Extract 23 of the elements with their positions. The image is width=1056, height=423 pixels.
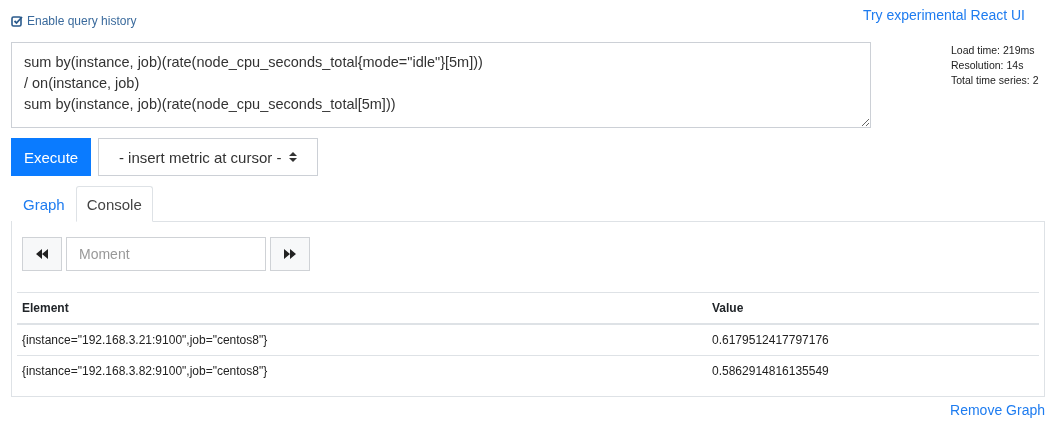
metric-select[interactable]: - insert metric at cursor -: [98, 138, 319, 176]
table-cell: 0.5862914816135549: [707, 355, 1039, 386]
tab[interactable]: Console: [75, 186, 153, 222]
execute-button[interactable]: Execute: [11, 138, 92, 176]
remove-graph-link[interactable]: Remove Graph: [950, 402, 1045, 418]
query-history-checkbox[interactable]: Enable query history: [11, 14, 137, 28]
checkbox-checked-icon: [11, 15, 23, 27]
sort-caret-icon: [289, 151, 298, 163]
fast-forward-icon: [284, 249, 296, 259]
previous-button[interactable]: [22, 237, 62, 271]
table-cell: 0.6179512417797176: [707, 324, 1039, 356]
rewind-icon: [36, 249, 48, 259]
column-header: Value: [707, 292, 1039, 324]
react-ui-link[interactable]: Try experimental React UI: [862, 7, 1025, 23]
query-stat: Total time series: 2: [951, 74, 1039, 86]
query-stat: Resolution: 14s: [951, 59, 1025, 71]
table-cell: {instance="192.168.3.21:9100",job="centos8"}: [17, 324, 707, 356]
query-stat: Load time: 219ms: [951, 44, 1036, 56]
next-button[interactable]: [270, 237, 310, 271]
moment-input[interactable]: Moment: [66, 237, 266, 271]
table-cell: {instance="192.168.3.82:9100",job="centos8"}: [17, 355, 707, 386]
expression-input[interactable]: sum by(instance, job)(rate(node_cpu_seconds_total{mode="idle"}[5m])) / on(instance, job) sum by(instance, job)(rate(node_cpu_seconds_total[5m])): [11, 42, 871, 128]
column-header: Element: [17, 292, 707, 324]
